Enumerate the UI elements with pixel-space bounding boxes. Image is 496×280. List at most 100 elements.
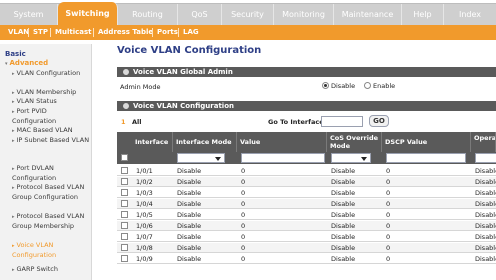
row-checkbox[interactable] xyxy=(121,189,128,196)
column-operational-status: Operational Status xyxy=(472,132,496,152)
select-all-checkbox[interactable] xyxy=(121,154,128,161)
sidebar-item-label: IP Subnet Based VLAN xyxy=(16,136,90,144)
interface-mode-cell: Disable xyxy=(177,244,202,252)
row-checkbox[interactable] xyxy=(121,222,128,229)
sidebar-advanced[interactable]: ▾ Advanced xyxy=(0,59,92,69)
tab-maintenance[interactable]: Maintenance xyxy=(334,4,402,26)
operational-status-input xyxy=(475,153,496,163)
top-nav: System Switching Routing QoS Security Mo… xyxy=(0,2,496,26)
tab-qos[interactable]: QoS xyxy=(178,4,222,26)
subnav-lag[interactable]: LAG xyxy=(183,25,199,40)
radio-selected-icon[interactable] xyxy=(322,82,329,89)
interface-mode-cell: Disable xyxy=(177,222,202,230)
value-cell: 0 xyxy=(241,233,246,241)
section-bullet-icon xyxy=(123,69,129,75)
cos-override-select[interactable] xyxy=(331,153,371,163)
subnav-address-table[interactable]: Address Table xyxy=(98,25,153,40)
subnav-divider xyxy=(50,28,51,37)
row-checkbox[interactable] xyxy=(121,211,128,218)
value-cell: 0 xyxy=(241,255,246,263)
column-interface-mode: Interface Mode xyxy=(174,132,237,152)
value-cell: 0 xyxy=(241,200,246,208)
sidebar-item-label: Port PVID Configuration xyxy=(12,107,57,125)
sidebar-item-protocol-vlan-group-membership[interactable]: ▸ Protocol Based VLAN Group Membership xyxy=(0,212,92,231)
value-cell: 0 xyxy=(241,167,246,175)
sidebar-item-vlan-status[interactable]: ▸ VLAN Status xyxy=(0,97,92,107)
tab-switching[interactable]: Switching xyxy=(58,2,118,26)
cos-override-cell: Disable xyxy=(331,167,356,175)
row-checkbox[interactable] xyxy=(121,244,128,251)
sidebar-item-port-dvlan[interactable]: ▸ Port DVLAN Configuration xyxy=(0,164,92,183)
radio-unselected-icon[interactable] xyxy=(364,82,371,89)
row-checkbox[interactable] xyxy=(121,167,128,174)
row-checkbox[interactable] xyxy=(121,200,128,207)
interface-mode-cell: Disable xyxy=(177,178,202,186)
page-index[interactable]: 1 xyxy=(121,118,126,126)
dscp-value-cell: 0 xyxy=(386,189,391,197)
interface-mode-cell: Disable xyxy=(177,167,202,175)
value-cell: 0 xyxy=(241,178,246,186)
admin-mode-enable-option[interactable]: Enable xyxy=(364,82,395,90)
tab-system[interactable]: System xyxy=(0,4,58,26)
sidebar-item-label: MAC Based VLAN xyxy=(16,126,73,134)
sidebar-item-garp-switch[interactable]: ▸ GARP Switch xyxy=(0,265,92,275)
subnav-ports[interactable]: Ports xyxy=(157,25,178,40)
row-checkbox[interactable] xyxy=(121,178,128,185)
subnav-divider xyxy=(152,28,153,37)
sidebar-item-label: Protocol Based VLAN Group Configuration xyxy=(12,183,85,201)
row-checkbox[interactable] xyxy=(121,255,128,262)
interface-mode-cell: Disable xyxy=(177,211,202,219)
sidebar-item-mac-based-vlan[interactable]: ▸ MAC Based VLAN xyxy=(0,126,92,136)
sidebar-item-voice-vlan-configuration[interactable]: ▸ Voice VLAN Configuration xyxy=(0,241,92,260)
subnav-vlan[interactable]: VLAN xyxy=(8,25,29,40)
cos-override-cell: Disable xyxy=(331,189,356,197)
column-value: Value xyxy=(238,132,327,152)
sidebar-item-vlan-configuration[interactable]: ▸ VLAN Configuration xyxy=(0,69,92,79)
value-cell: 0 xyxy=(241,211,246,219)
tab-index[interactable]: Index xyxy=(444,4,496,26)
go-button[interactable]: GO xyxy=(369,115,389,127)
sidebar-item-ip-subnet-vlan[interactable]: ▸ IP Subnet Based VLAN xyxy=(0,136,92,146)
operational-status-cell: Disable xyxy=(475,222,496,230)
expand-arrow-icon: ▾ xyxy=(5,61,8,67)
interface-cell: 1/0/6 xyxy=(136,222,153,230)
tab-help[interactable]: Help xyxy=(402,4,444,26)
all-link[interactable]: All xyxy=(132,118,142,126)
interface-cell: 1/0/5 xyxy=(136,211,153,219)
sidebar-item-label: Protocol Based VLAN Group Membership xyxy=(12,212,85,230)
bullet-icon: ▸ xyxy=(12,138,15,144)
global-admin-section-title: Voice VLAN Global Admin xyxy=(133,68,233,76)
interface-mode-select[interactable] xyxy=(177,153,225,163)
bullet-icon: ▸ xyxy=(12,109,15,115)
subnav-multicast[interactable]: Multicast xyxy=(55,25,91,40)
global-admin-section-header: Voice VLAN Global Admin xyxy=(117,67,496,77)
sidebar-item-protocol-vlan-group-config[interactable]: ▸ Protocol Based VLAN Group Configuration xyxy=(0,183,92,202)
bullet-icon: ▸ xyxy=(12,243,15,249)
value-cell: 0 xyxy=(241,244,246,252)
interface-mode-cell: Disable xyxy=(177,200,202,208)
operational-status-cell: Disable xyxy=(475,233,496,241)
dscp-value-cell: 0 xyxy=(386,244,391,252)
tab-security[interactable]: Security xyxy=(222,4,274,26)
config-section-header: Voice VLAN Configuration xyxy=(117,101,496,111)
tab-routing[interactable]: Routing xyxy=(118,4,178,26)
sub-nav: VLAN STP Multicast Address Table Ports L… xyxy=(0,25,496,40)
operational-status-cell: Disable xyxy=(475,244,496,252)
admin-mode-disable-option[interactable]: Disable xyxy=(322,82,355,90)
interface-cell: 1/0/7 xyxy=(136,233,153,241)
admin-mode-row: Admin Mode Disable Enable xyxy=(117,80,496,92)
value-input[interactable] xyxy=(241,153,325,163)
subnav-stp[interactable]: STP xyxy=(33,25,48,40)
sidebar-item-port-pvid[interactable]: ▸ Port PVID Configuration xyxy=(0,107,92,126)
dscp-value-cell: 0 xyxy=(386,222,391,230)
cos-override-cell: Disable xyxy=(331,244,356,252)
goto-interface-input[interactable] xyxy=(321,116,363,127)
sidebar-item-label: Voice VLAN Configuration xyxy=(12,241,57,259)
tab-monitoring[interactable]: Monitoring xyxy=(274,4,334,26)
sidebar-basic[interactable]: Basic xyxy=(0,50,92,59)
dscp-value-input[interactable] xyxy=(386,153,466,163)
row-checkbox[interactable] xyxy=(121,233,128,240)
subnav-divider xyxy=(28,28,29,37)
cos-override-cell: Disable xyxy=(331,200,356,208)
operational-status-cell: Disable xyxy=(475,200,496,208)
